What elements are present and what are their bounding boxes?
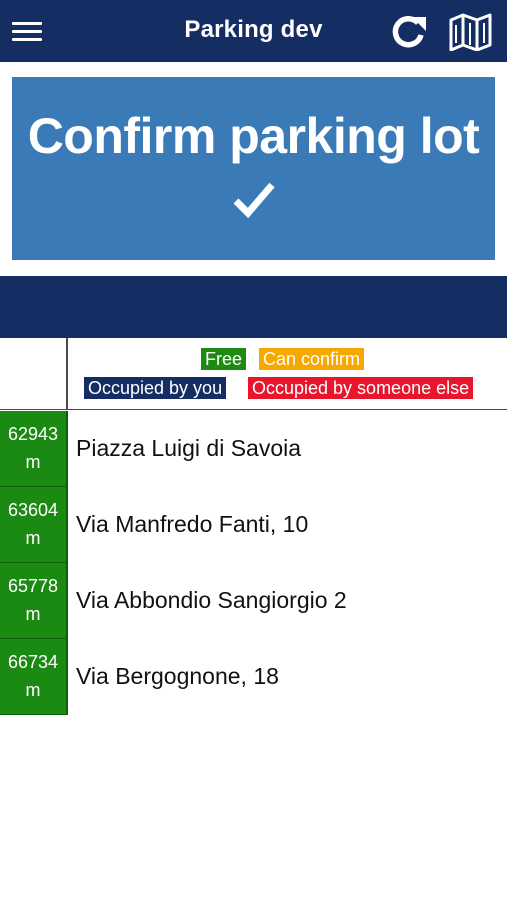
header-band bbox=[0, 276, 507, 338]
map-icon[interactable] bbox=[448, 13, 494, 52]
legend-occupied-by-someone-else-badge: Occupied by someone else bbox=[248, 377, 474, 399]
distance-unit: m bbox=[25, 604, 41, 624]
parking-lot-row[interactable]: 65778 m Via Abbondio Sangiorgio 2 bbox=[0, 563, 507, 639]
distance-unit: m bbox=[25, 452, 41, 472]
parking-lot-name: Via Bergognone, 18 bbox=[76, 663, 279, 689]
distance-cell: 63604 m bbox=[0, 487, 68, 563]
distance-value: 63604 bbox=[7, 500, 59, 520]
app-title: Parking dev bbox=[184, 16, 323, 43]
distance-unit: m bbox=[25, 680, 41, 700]
checkmark-icon bbox=[232, 177, 276, 221]
legend-can-confirm-badge: Can confirm bbox=[259, 348, 365, 370]
legend-free-badge: Free bbox=[201, 348, 247, 370]
parking-lot-row[interactable]: 62943 m Piazza Luigi di Savoia bbox=[0, 411, 507, 487]
refresh-icon[interactable] bbox=[388, 13, 430, 51]
parking-lot-name: Via Abbondio Sangiorgio 2 bbox=[76, 587, 347, 613]
legend-occupied-by-you-badge: Occupied by you bbox=[84, 377, 227, 399]
distance-value: 62943 bbox=[7, 424, 59, 444]
confirm-button-label: Confirm parking lot bbox=[27, 108, 480, 164]
distance-value: 66734 bbox=[7, 652, 59, 672]
distance-cell: 65778 m bbox=[0, 563, 68, 639]
distance-cell: 66734 m bbox=[0, 639, 68, 715]
parking-lot-row[interactable]: 66734 m Via Bergognone, 18 bbox=[0, 639, 507, 715]
parking-lot-name: Piazza Luigi di Savoia bbox=[76, 435, 302, 461]
legend: Free Can confirm Occupied by you Occupie… bbox=[0, 338, 507, 410]
distance-unit: m bbox=[25, 528, 41, 548]
confirm-parking-lot-button[interactable]: Confirm parking lot bbox=[12, 77, 495, 260]
legend-corner-cell bbox=[0, 338, 68, 410]
parking-lot-row[interactable]: 63604 m Via Manfredo Fanti, 10 bbox=[0, 487, 507, 563]
distance-cell: 62943 m bbox=[0, 411, 68, 487]
distance-value: 65778 bbox=[7, 576, 59, 596]
app-bar: Parking dev bbox=[0, 0, 507, 62]
parking-lot-name: Via Manfredo Fanti, 10 bbox=[76, 511, 309, 537]
